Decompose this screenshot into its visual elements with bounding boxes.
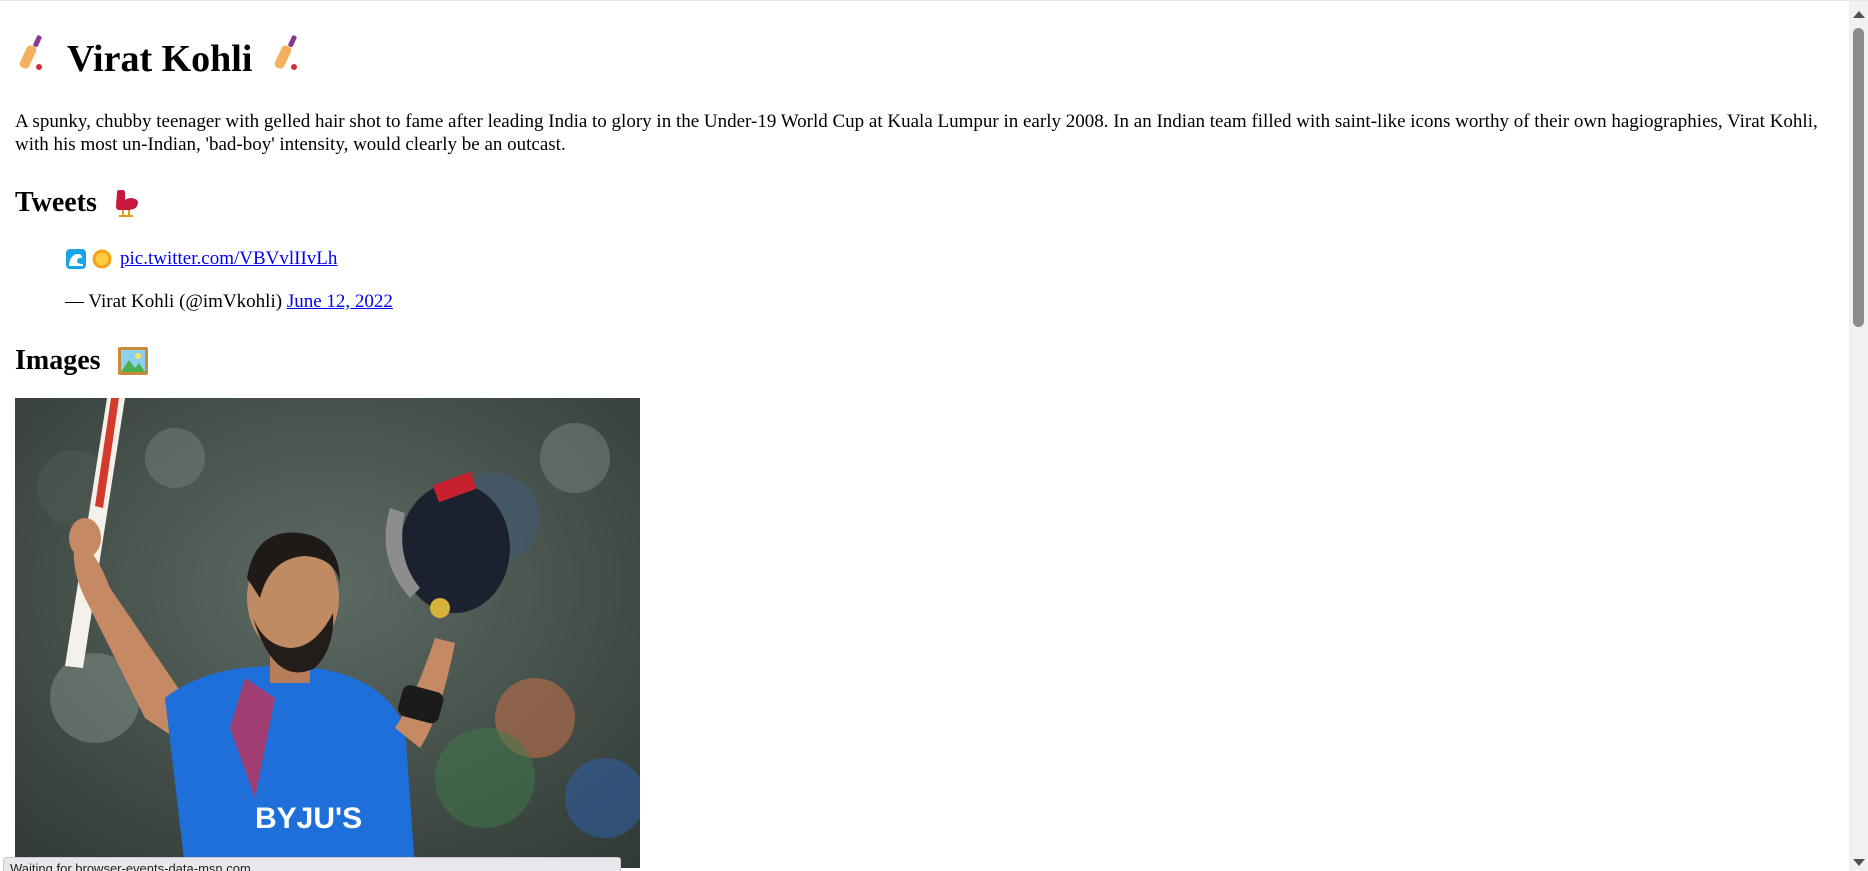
images-heading: Images bbox=[15, 343, 1835, 379]
page-content: Virat Kohli A spunky, chubby teenager wi… bbox=[15, 1, 1835, 868]
cricket-bat-icon bbox=[270, 33, 304, 85]
tweet-date-link[interactable]: June 12, 2022 bbox=[287, 291, 393, 312]
tweets-heading-text: Tweets bbox=[15, 187, 97, 218]
intro-paragraph: A spunky, chubby teenager with gelled ha… bbox=[15, 111, 1818, 155]
vertical-scrollbar[interactable] bbox=[1849, 1, 1868, 871]
tweet-author: — Virat Kohli (@imVkohli) bbox=[65, 291, 283, 312]
scroll-thumb[interactable] bbox=[1853, 28, 1864, 327]
wave-icon bbox=[65, 248, 87, 270]
bird-icon bbox=[113, 188, 141, 218]
title-text: Virat Kohli bbox=[67, 38, 253, 80]
browser-viewport: Virat Kohli A spunky, chubby teenager wi… bbox=[0, 0, 1868, 871]
scroll-down-arrow-icon[interactable] bbox=[1853, 859, 1865, 866]
tweet-content: pic.twitter.com/VBVvlIIvLh bbox=[65, 247, 1835, 271]
scroll-up-arrow-icon[interactable] bbox=[1853, 11, 1865, 18]
sun-icon bbox=[91, 248, 113, 270]
framed-picture-icon bbox=[117, 346, 149, 376]
browser-status-bar: Waiting for browser-events-data-msn.com.… bbox=[3, 857, 621, 871]
svg-text:BYJU'S: BYJU'S bbox=[255, 802, 362, 835]
cricket-bat-icon bbox=[15, 33, 49, 85]
page-title: Virat Kohli bbox=[15, 35, 1835, 83]
images-heading-text: Images bbox=[15, 345, 101, 376]
tweets-heading: Tweets bbox=[15, 185, 1835, 221]
kohli-photo: BYJU'S bbox=[15, 398, 640, 868]
tweet-block: pic.twitter.com/VBVvlIIvLh — Virat Kohli… bbox=[65, 247, 1835, 314]
tweet-attribution: — Virat Kohli (@imVkohli) June 12, 2022 bbox=[65, 290, 1835, 314]
tweet-pic-link[interactable]: pic.twitter.com/VBVvlIIvLh bbox=[120, 248, 337, 270]
